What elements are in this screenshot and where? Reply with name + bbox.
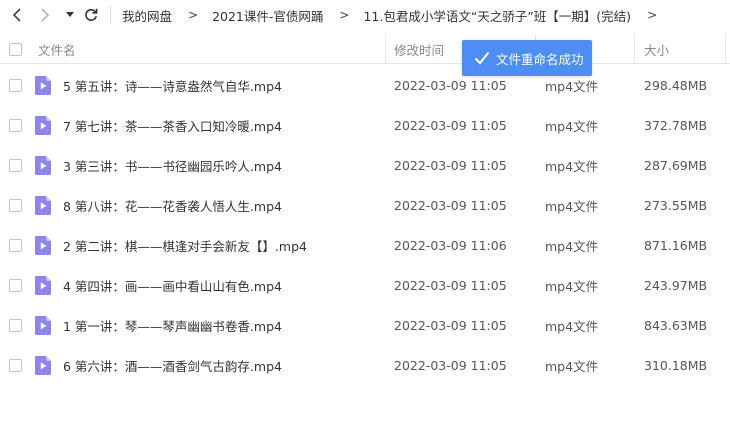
file-modified-time: 2022-03-09 11:05: [394, 357, 507, 373]
file-size: 273.55MB: [644, 197, 708, 213]
refresh-button[interactable]: [82, 5, 100, 25]
file-size: 287.69MB: [644, 157, 708, 173]
video-file-icon: [35, 275, 51, 295]
file-size: 372.78MB: [644, 117, 708, 133]
file-size: 871.16MB: [644, 237, 708, 253]
row-select-cell: [9, 225, 22, 265]
table-row[interactable]: 8 第八讲：花——花香袭人悟人生.mp4 2022-03-09 11:05 mp4文…: [0, 185, 730, 225]
chevron-left-icon: [12, 8, 21, 22]
back-button[interactable]: [8, 5, 26, 25]
file-size: 310.18MB: [644, 357, 708, 373]
nav-divider: [110, 6, 111, 24]
table-row[interactable]: 5 第五讲：诗——诗意盎然气自华.mp4 2022-03-09 11:05 mp4文…: [0, 65, 730, 105]
file-type: mp4文件: [545, 278, 599, 294]
column-resizer[interactable]: [634, 34, 635, 64]
video-file-icon: [35, 195, 51, 215]
file-icon-cell: [35, 145, 51, 185]
file-type: mp4文件: [545, 118, 599, 134]
row-select-cell: [9, 305, 22, 345]
video-file-icon: [35, 75, 51, 95]
refresh-icon: [85, 8, 98, 21]
breadcrumb: 我的网盘 > 2021课件-官债网踊 > 11.包君成小学语文“天之骄子”班【一…: [122, 0, 671, 30]
file-name: 5 第五讲：诗——诗意盎然气自华.mp4: [63, 78, 282, 94]
file-modified-time: 2022-03-09 11:05: [394, 197, 507, 213]
file-type: mp4文件: [545, 238, 599, 254]
file-icon-cell: [35, 345, 51, 385]
file-icon-cell: [35, 65, 51, 105]
file-icon-cell: [35, 105, 51, 145]
breadcrumb-separator: >: [188, 8, 199, 22]
row-select-cell: [9, 185, 22, 225]
header-name[interactable]: 文件名: [38, 34, 76, 64]
toast-message: 文件重命名成功: [496, 51, 584, 67]
table-row[interactable]: 3 第三讲：书——书径幽园乐吟人.mp4 2022-03-09 11:05 mp4文…: [0, 145, 730, 185]
row-select-cell: [9, 105, 22, 145]
row-checkbox[interactable]: [9, 158, 22, 172]
row-checkbox[interactable]: [9, 198, 22, 212]
check-icon: [474, 51, 490, 65]
row-select-cell: [9, 145, 22, 185]
video-file-icon: [35, 235, 51, 255]
row-checkbox[interactable]: [9, 358, 22, 372]
row-checkbox[interactable]: [9, 78, 22, 92]
table-row[interactable]: 6 第六讲：酒——酒香剑气古韵存.mp4 2022-03-09 11:05 mp4文…: [0, 345, 730, 385]
breadcrumb-separator: >: [339, 8, 350, 22]
caret-down-icon: [66, 12, 74, 17]
video-file-icon: [35, 115, 51, 135]
file-name: 7 第七讲：茶——茶香入口知冷暖.mp4: [63, 118, 282, 134]
file-modified-time: 2022-03-09 11:05: [394, 317, 507, 333]
history-dropdown-button[interactable]: [63, 5, 77, 25]
header-time[interactable]: 修改时间: [394, 34, 444, 64]
file-modified-time: 2022-03-09 11:05: [394, 117, 507, 133]
file-type: mp4文件: [545, 318, 599, 334]
file-name: 6 第六讲：酒——酒香剑气古韵存.mp4: [63, 358, 282, 374]
breadcrumb-root[interactable]: 我的网盘: [122, 6, 172, 25]
row-checkbox[interactable]: [9, 318, 22, 332]
file-icon-cell: [35, 185, 51, 225]
file-type: mp4文件: [545, 358, 599, 374]
row-select-cell: [9, 345, 22, 385]
file-type: mp4文件: [545, 158, 599, 174]
file-modified-time: 2022-03-09 11:05: [394, 157, 507, 173]
file-size: 298.48MB: [644, 77, 708, 93]
row-checkbox[interactable]: [9, 238, 22, 252]
video-file-icon: [35, 355, 51, 375]
header-size[interactable]: 大小: [644, 34, 669, 64]
video-file-icon: [35, 155, 51, 175]
table-row[interactable]: 2 第二讲：棋——棋逢对手会新友【】.mp4 2022-03-09 11:06 mp…: [0, 225, 730, 265]
file-name: 1 第一讲：琴——琴声幽幽书卷香.mp4: [63, 318, 282, 334]
table-row[interactable]: 7 第七讲：茶——茶香入口知冷暖.mp4 2022-03-09 11:05 mp4文…: [0, 105, 730, 145]
breadcrumb-current-folder[interactable]: 11.包君成小学语文“天之骄子”班【一期】(完结): [363, 6, 631, 25]
select-all-checkbox[interactable]: [9, 42, 22, 56]
row-select-cell: [9, 65, 22, 105]
file-size: 243.97MB: [644, 277, 708, 293]
rename-success-toast: 文件重命名成功: [462, 40, 592, 76]
select-all-cell: [9, 34, 22, 64]
file-modified-time: 2022-03-09 11:06: [394, 237, 507, 253]
file-name: 2 第二讲：棋——棋逢对手会新友【】.mp4: [63, 238, 307, 254]
row-select-cell: [9, 265, 22, 305]
file-icon-cell: [35, 225, 51, 265]
breadcrumb-folder[interactable]: 2021课件-官债网踊: [212, 6, 323, 25]
table-header: 文件名 修改时间 类型 大小: [0, 34, 730, 64]
file-name: 3 第三讲：书——书径幽园乐吟人.mp4: [63, 158, 282, 174]
chevron-right-icon: [41, 8, 50, 22]
video-file-icon: [35, 315, 51, 335]
file-size: 843.63MB: [644, 317, 708, 333]
table-row[interactable]: 1 第一讲：琴——琴声幽幽书卷香.mp4 2022-03-09 11:05 mp4文…: [0, 305, 730, 345]
column-resizer[interactable]: [725, 34, 726, 64]
forward-button[interactable]: [36, 5, 54, 25]
file-icon-cell: [35, 265, 51, 305]
table-row[interactable]: 4 第四讲：画——画中看山山有色.mp4 2022-03-09 11:05 mp4文…: [0, 265, 730, 305]
file-name: 4 第四讲：画——画中看山山有色.mp4: [63, 278, 282, 294]
file-name: 8 第八讲：花——花香袭人悟人生.mp4: [63, 198, 282, 214]
navigation-bar: 我的网盘 > 2021课件-官债网踊 > 11.包君成小学语文“天之骄子”班【一…: [0, 0, 730, 30]
row-checkbox[interactable]: [9, 118, 22, 132]
breadcrumb-separator[interactable]: >: [647, 8, 657, 22]
file-type: mp4文件: [545, 198, 599, 214]
file-icon-cell: [35, 305, 51, 345]
row-checkbox[interactable]: [9, 278, 22, 292]
file-modified-time: 2022-03-09 11:05: [394, 277, 507, 293]
column-resizer[interactable]: [385, 34, 386, 64]
